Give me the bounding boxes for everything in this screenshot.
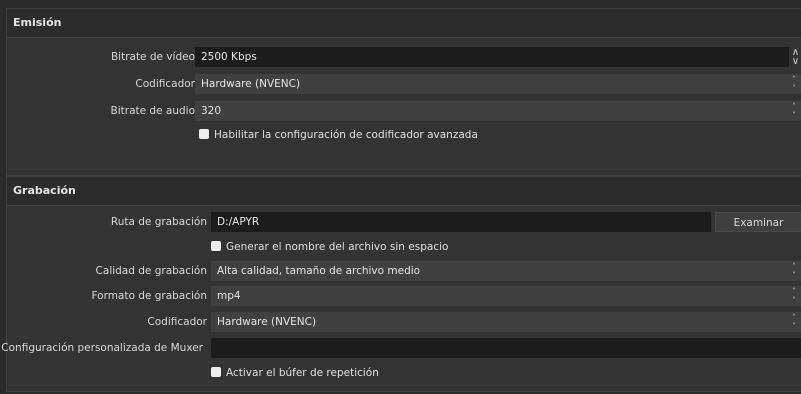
combo-arrows-icon: ˄ ˅ — [792, 313, 796, 331]
muxer-input[interactable] — [211, 338, 801, 358]
quality-label: Calidad de grabación — [95, 265, 207, 277]
rec-encoder-label-wrap: Codificador — [7, 312, 207, 332]
format-select[interactable]: mp4 ˄ ˅ — [211, 286, 801, 306]
no-space-label: Generar el nombre del archivo sin espaci… — [226, 241, 449, 253]
replay-buffer-label: Activar el búfer de repetición — [226, 367, 379, 379]
video-bitrate-value: 2500 Kbps — [201, 51, 257, 63]
combo-arrows-icon: ˄ ˅ — [792, 102, 796, 120]
format-label-wrap: Formato de grabación — [7, 286, 207, 306]
video-bitrate-label-wrap: Bitrate de vídeo — [7, 47, 195, 67]
muxer-label-wrap: Configuración personalizada de Muxer — [1, 338, 203, 358]
no-space-checkbox[interactable]: Generar el nombre del archivo sin espaci… — [211, 239, 448, 255]
advanced-encoder-checkbox[interactable]: Habilitar la configuración de codificado… — [199, 127, 478, 143]
video-bitrate-spinbox[interactable]: 2500 Kbps ∧ ∨ — [195, 47, 801, 67]
browse-button[interactable]: Examinar — [715, 212, 801, 232]
path-value: D:/APYR — [217, 216, 260, 228]
combo-arrows-icon: ˄ ˅ — [792, 262, 796, 280]
encoder-label: Codificador — [135, 78, 195, 90]
emision-title: Emisión — [7, 9, 801, 38]
spin-down-icon[interactable]: ∨ — [789, 57, 801, 67]
audio-bitrate-select[interactable]: 320 ˄ ˅ — [195, 101, 801, 121]
audio-bitrate-label-wrap: Bitrate de audio — [7, 101, 195, 121]
grabacion-title: Grabación — [7, 177, 801, 206]
encoder-value: Hardware (NVENC) — [201, 78, 301, 90]
quality-value: Alta calidad, tamaño de archivo medio — [217, 265, 421, 277]
checkbox-icon[interactable] — [199, 129, 209, 139]
rec-encoder-label: Codificador — [147, 316, 207, 328]
quality-select[interactable]: Alta calidad, tamaño de archivo medio ˄ ˅ — [211, 261, 801, 281]
quality-label-wrap: Calidad de grabación — [7, 261, 207, 281]
rec-encoder-value: Hardware (NVENC) — [217, 316, 317, 328]
checkbox-icon[interactable] — [211, 241, 221, 251]
audio-bitrate-value: 320 — [201, 105, 222, 117]
advanced-encoder-label: Habilitar la configuración de codificado… — [214, 129, 478, 141]
replay-buffer-checkbox[interactable]: Activar el búfer de repetición — [211, 365, 379, 381]
encoder-select[interactable]: Hardware (NVENC) ˄ ˅ — [195, 74, 801, 94]
emision-section: Emisión Bitrate de vídeo 2500 Kbps ∧ ∨ C… — [6, 8, 801, 176]
combo-arrows-icon: ˄ ˅ — [792, 75, 796, 93]
muxer-label: Configuración personalizada de Muxer — [1, 342, 203, 354]
path-label-wrap: Ruta de grabación — [7, 212, 207, 232]
grabacion-section: Grabación Ruta de grabación D:/APYR Exam… — [1, 176, 801, 392]
format-label: Formato de grabación — [91, 290, 207, 302]
rec-encoder-select[interactable]: Hardware (NVENC) ˄ ˅ — [211, 312, 801, 332]
video-bitrate-label: Bitrate de vídeo — [110, 51, 195, 63]
audio-bitrate-label: Bitrate de audio — [110, 105, 195, 117]
encoder-label-wrap: Codificador — [7, 74, 195, 94]
combo-arrows-icon: ˄ ˅ — [792, 287, 796, 305]
path-input[interactable]: D:/APYR — [211, 212, 711, 232]
checkbox-icon[interactable] — [211, 367, 221, 377]
format-value: mp4 — [217, 290, 241, 302]
spin-arrows-icon[interactable]: ∧ ∨ — [788, 47, 801, 67]
path-label: Ruta de grabación — [110, 216, 207, 228]
